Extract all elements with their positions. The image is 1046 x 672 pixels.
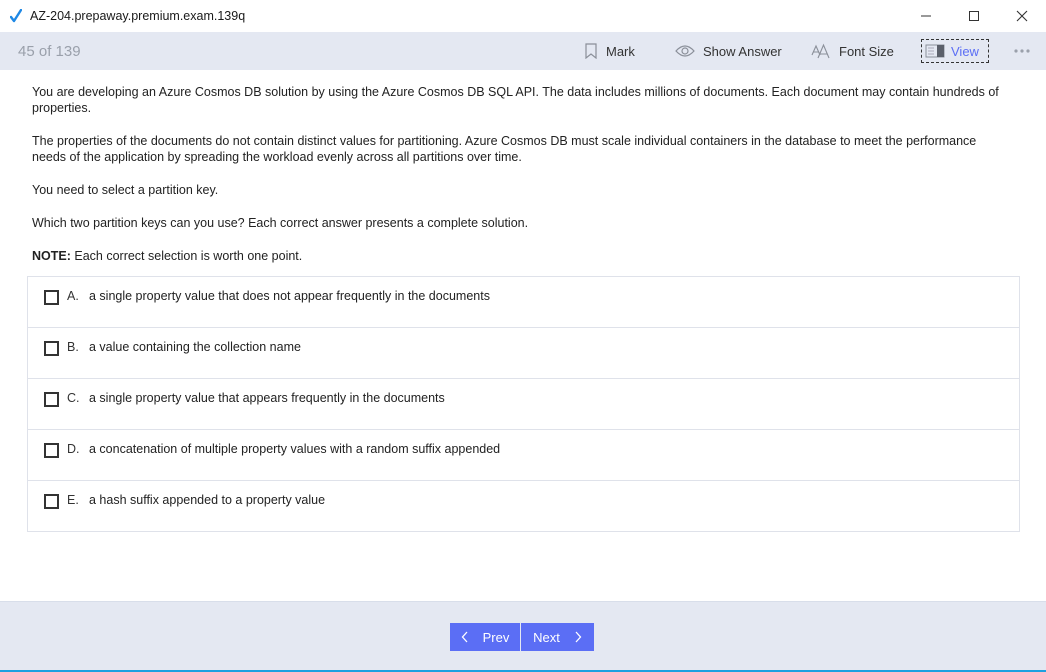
mark-label: Mark xyxy=(606,43,635,59)
question-paragraph: The properties of the documents do not c… xyxy=(32,134,977,164)
maximize-button[interactable] xyxy=(950,0,998,32)
note-label: NOTE: xyxy=(32,249,71,263)
chevron-left-icon xyxy=(461,631,468,643)
bookmark-icon xyxy=(585,43,597,59)
question-counter: 45 of 139 xyxy=(18,43,81,60)
app-check-icon xyxy=(10,8,24,24)
minimize-button[interactable] xyxy=(902,0,950,32)
question-text: You are developing an Azure Cosmos DB so… xyxy=(32,84,1012,281)
checkbox[interactable] xyxy=(44,392,59,407)
checkbox[interactable] xyxy=(44,290,59,305)
option-b[interactable]: B. a value containing the collection nam… xyxy=(28,328,1019,379)
option-a[interactable]: A. a single property value that does not… xyxy=(28,277,1019,328)
window-title: AZ-204.prepaway.premium.exam.139q xyxy=(30,9,246,23)
prev-label: Prev xyxy=(482,629,510,645)
option-text: a single property value that does not ap… xyxy=(89,289,490,303)
minimize-icon xyxy=(921,15,931,17)
chevron-right-icon xyxy=(575,631,582,643)
more-dots-icon xyxy=(1014,49,1030,53)
title-bar: AZ-204.prepaway.premium.exam.139q xyxy=(0,0,1046,32)
question-paragraph: You need to select a partition key. xyxy=(32,183,219,197)
note-text: Each correct selection is worth one poin… xyxy=(70,249,303,263)
font-size-button[interactable]: Font Size xyxy=(811,40,894,62)
option-letter: B. xyxy=(67,340,79,354)
option-e[interactable]: E. a hash suffix appended to a property … xyxy=(28,481,1019,531)
option-text: a value containing the collection name xyxy=(89,340,301,354)
option-text: a concatenation of multiple property val… xyxy=(89,442,501,456)
pagination: Prev Next xyxy=(450,623,594,651)
checkbox[interactable] xyxy=(44,494,59,509)
question-paragraph: Which two partition keys can you use? Ea… xyxy=(32,216,529,230)
option-d[interactable]: D. a concatenation of multiple property … xyxy=(28,430,1019,481)
answer-options: A. a single property value that does not… xyxy=(27,276,1020,532)
option-letter: C. xyxy=(67,391,80,405)
view-label: View xyxy=(951,43,979,59)
font-size-label: Font Size xyxy=(839,43,894,59)
option-text: a hash suffix appended to a property val… xyxy=(89,493,326,507)
prev-button[interactable]: Prev xyxy=(450,623,521,651)
window-controls xyxy=(902,0,1046,32)
more-options-button[interactable] xyxy=(1013,40,1031,62)
footer-nav-bar: Prev Next xyxy=(0,601,1046,672)
mark-button[interactable]: Mark xyxy=(584,40,635,62)
view-layout-icon xyxy=(925,44,945,58)
close-icon xyxy=(1016,10,1028,22)
show-answer-label: Show Answer xyxy=(703,43,782,59)
question-content: You are developing an Azure Cosmos DB so… xyxy=(0,70,1046,601)
checkbox[interactable] xyxy=(44,443,59,458)
option-letter: D. xyxy=(67,442,80,456)
eye-icon xyxy=(675,45,695,57)
font-size-icon xyxy=(811,43,830,59)
view-button[interactable]: View xyxy=(921,39,989,63)
next-label: Next xyxy=(533,629,560,645)
option-text: a single property value that appears fre… xyxy=(89,391,445,405)
option-letter: A. xyxy=(67,289,79,303)
option-letter: E. xyxy=(67,493,79,507)
question-paragraph: You are developing an Azure Cosmos DB so… xyxy=(32,85,999,115)
next-button[interactable]: Next xyxy=(521,623,594,651)
close-button[interactable] xyxy=(998,0,1046,32)
toolbar: 45 of 139 Mark Show Answer Font Size Vie… xyxy=(0,32,1046,70)
question-note: NOTE: Each correct selection is worth on… xyxy=(32,248,1012,264)
option-c[interactable]: C. a single property value that appears … xyxy=(28,379,1019,430)
show-answer-button[interactable]: Show Answer xyxy=(675,40,782,62)
maximize-icon xyxy=(969,11,979,21)
checkbox[interactable] xyxy=(44,341,59,356)
